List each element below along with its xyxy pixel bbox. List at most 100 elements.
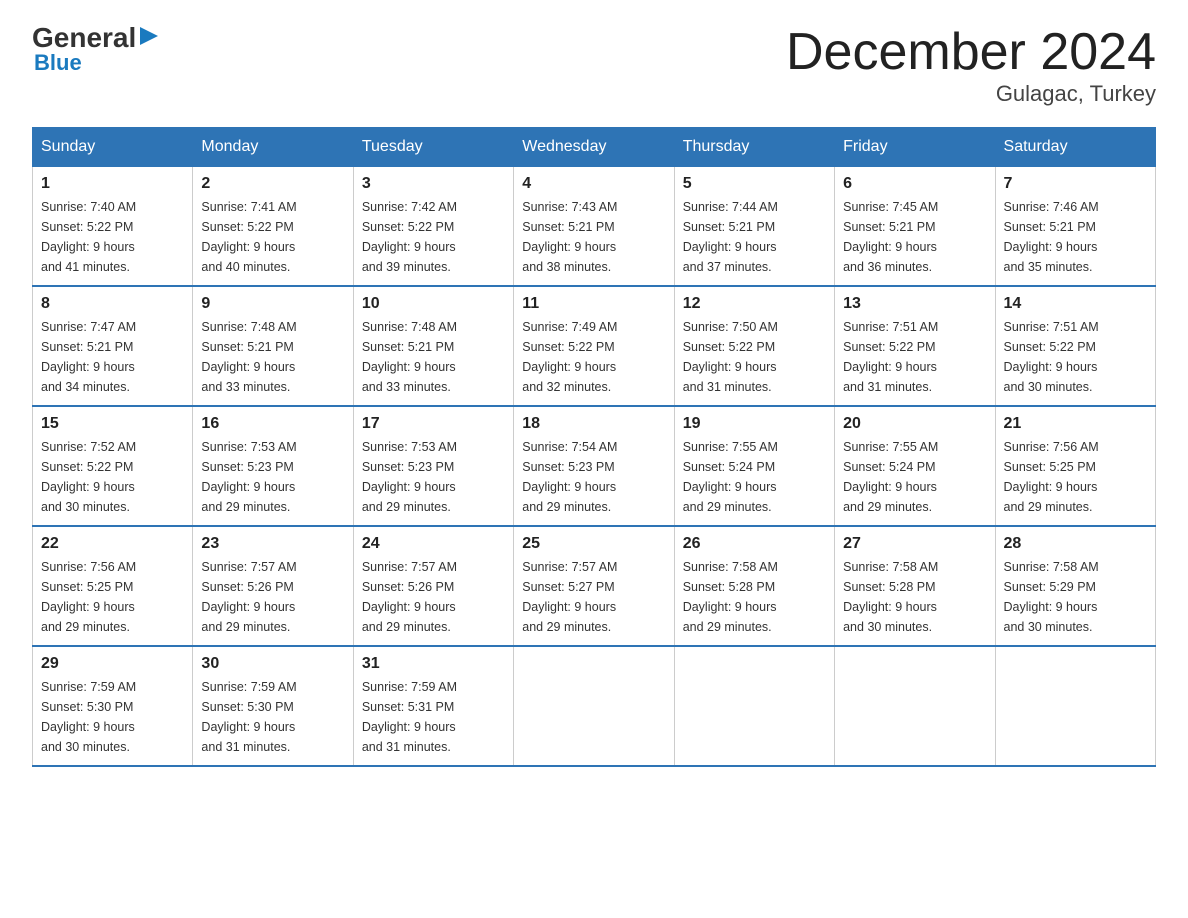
- day-number: 19: [683, 415, 826, 433]
- day-number: 25: [522, 535, 665, 553]
- calendar-table: Sunday Monday Tuesday Wednesday Thursday…: [32, 127, 1156, 767]
- day-info: Sunrise: 7:51 AM Sunset: 5:22 PM Dayligh…: [843, 317, 986, 397]
- day-number: 20: [843, 415, 986, 433]
- day-number: 28: [1004, 535, 1147, 553]
- day-info: Sunrise: 7:57 AM Sunset: 5:26 PM Dayligh…: [362, 557, 505, 637]
- day-info: Sunrise: 7:58 AM Sunset: 5:28 PM Dayligh…: [683, 557, 826, 637]
- table-row: [514, 646, 674, 766]
- table-row: [835, 646, 995, 766]
- table-row: 4 Sunrise: 7:43 AM Sunset: 5:21 PM Dayli…: [514, 167, 674, 287]
- table-row: 9 Sunrise: 7:48 AM Sunset: 5:21 PM Dayli…: [193, 286, 353, 406]
- day-info: Sunrise: 7:58 AM Sunset: 5:28 PM Dayligh…: [843, 557, 986, 637]
- day-number: 30: [201, 655, 344, 673]
- day-number: 11: [522, 295, 665, 313]
- title-block: December 2024 Gulagac, Turkey: [786, 24, 1156, 107]
- day-number: 31: [362, 655, 505, 673]
- day-info: Sunrise: 7:59 AM Sunset: 5:30 PM Dayligh…: [201, 677, 344, 757]
- day-number: 3: [362, 175, 505, 193]
- day-number: 23: [201, 535, 344, 553]
- day-number: 2: [201, 175, 344, 193]
- day-info: Sunrise: 7:42 AM Sunset: 5:22 PM Dayligh…: [362, 197, 505, 277]
- page-header: General Blue December 2024 Gulagac, Turk…: [32, 24, 1156, 107]
- day-info: Sunrise: 7:55 AM Sunset: 5:24 PM Dayligh…: [843, 437, 986, 517]
- day-info: Sunrise: 7:41 AM Sunset: 5:22 PM Dayligh…: [201, 197, 344, 277]
- calendar-week-row: 15 Sunrise: 7:52 AM Sunset: 5:22 PM Dayl…: [33, 406, 1156, 526]
- table-row: 5 Sunrise: 7:44 AM Sunset: 5:21 PM Dayli…: [674, 167, 834, 287]
- header-thursday: Thursday: [674, 128, 834, 167]
- table-row: 22 Sunrise: 7:56 AM Sunset: 5:25 PM Dayl…: [33, 526, 193, 646]
- day-number: 18: [522, 415, 665, 433]
- table-row: 15 Sunrise: 7:52 AM Sunset: 5:22 PM Dayl…: [33, 406, 193, 526]
- day-info: Sunrise: 7:59 AM Sunset: 5:31 PM Dayligh…: [362, 677, 505, 757]
- day-info: Sunrise: 7:49 AM Sunset: 5:22 PM Dayligh…: [522, 317, 665, 397]
- day-info: Sunrise: 7:46 AM Sunset: 5:21 PM Dayligh…: [1004, 197, 1147, 277]
- table-row: 23 Sunrise: 7:57 AM Sunset: 5:26 PM Dayl…: [193, 526, 353, 646]
- day-info: Sunrise: 7:59 AM Sunset: 5:30 PM Dayligh…: [41, 677, 184, 757]
- table-row: 7 Sunrise: 7:46 AM Sunset: 5:21 PM Dayli…: [995, 167, 1155, 287]
- day-number: 1: [41, 175, 184, 193]
- table-row: 2 Sunrise: 7:41 AM Sunset: 5:22 PM Dayli…: [193, 167, 353, 287]
- day-info: Sunrise: 7:40 AM Sunset: 5:22 PM Dayligh…: [41, 197, 184, 277]
- day-number: 17: [362, 415, 505, 433]
- calendar-header-row: Sunday Monday Tuesday Wednesday Thursday…: [33, 128, 1156, 167]
- calendar-week-row: 1 Sunrise: 7:40 AM Sunset: 5:22 PM Dayli…: [33, 167, 1156, 287]
- day-info: Sunrise: 7:54 AM Sunset: 5:23 PM Dayligh…: [522, 437, 665, 517]
- day-number: 12: [683, 295, 826, 313]
- table-row: 3 Sunrise: 7:42 AM Sunset: 5:22 PM Dayli…: [353, 167, 513, 287]
- table-row: 1 Sunrise: 7:40 AM Sunset: 5:22 PM Dayli…: [33, 167, 193, 287]
- calendar-week-row: 22 Sunrise: 7:56 AM Sunset: 5:25 PM Dayl…: [33, 526, 1156, 646]
- day-number: 9: [201, 295, 344, 313]
- day-info: Sunrise: 7:47 AM Sunset: 5:21 PM Dayligh…: [41, 317, 184, 397]
- day-number: 29: [41, 655, 184, 673]
- logo: General Blue: [32, 24, 160, 76]
- table-row: 16 Sunrise: 7:53 AM Sunset: 5:23 PM Dayl…: [193, 406, 353, 526]
- table-row: 19 Sunrise: 7:55 AM Sunset: 5:24 PM Dayl…: [674, 406, 834, 526]
- logo-general: General: [32, 24, 136, 52]
- day-info: Sunrise: 7:43 AM Sunset: 5:21 PM Dayligh…: [522, 197, 665, 277]
- day-number: 16: [201, 415, 344, 433]
- day-number: 13: [843, 295, 986, 313]
- table-row: 17 Sunrise: 7:53 AM Sunset: 5:23 PM Dayl…: [353, 406, 513, 526]
- day-number: 14: [1004, 295, 1147, 313]
- day-number: 26: [683, 535, 826, 553]
- calendar-subtitle: Gulagac, Turkey: [786, 81, 1156, 107]
- day-info: Sunrise: 7:52 AM Sunset: 5:22 PM Dayligh…: [41, 437, 184, 517]
- table-row: 31 Sunrise: 7:59 AM Sunset: 5:31 PM Dayl…: [353, 646, 513, 766]
- table-row: 26 Sunrise: 7:58 AM Sunset: 5:28 PM Dayl…: [674, 526, 834, 646]
- table-row: 18 Sunrise: 7:54 AM Sunset: 5:23 PM Dayl…: [514, 406, 674, 526]
- day-info: Sunrise: 7:55 AM Sunset: 5:24 PM Dayligh…: [683, 437, 826, 517]
- day-number: 21: [1004, 415, 1147, 433]
- day-info: Sunrise: 7:57 AM Sunset: 5:27 PM Dayligh…: [522, 557, 665, 637]
- day-number: 24: [362, 535, 505, 553]
- calendar-title: December 2024: [786, 24, 1156, 81]
- day-info: Sunrise: 7:48 AM Sunset: 5:21 PM Dayligh…: [362, 317, 505, 397]
- day-info: Sunrise: 7:56 AM Sunset: 5:25 PM Dayligh…: [1004, 437, 1147, 517]
- header-wednesday: Wednesday: [514, 128, 674, 167]
- day-info: Sunrise: 7:58 AM Sunset: 5:29 PM Dayligh…: [1004, 557, 1147, 637]
- day-info: Sunrise: 7:57 AM Sunset: 5:26 PM Dayligh…: [201, 557, 344, 637]
- header-saturday: Saturday: [995, 128, 1155, 167]
- table-row: 25 Sunrise: 7:57 AM Sunset: 5:27 PM Dayl…: [514, 526, 674, 646]
- table-row: [995, 646, 1155, 766]
- calendar-week-row: 29 Sunrise: 7:59 AM Sunset: 5:30 PM Dayl…: [33, 646, 1156, 766]
- day-info: Sunrise: 7:50 AM Sunset: 5:22 PM Dayligh…: [683, 317, 826, 397]
- day-info: Sunrise: 7:48 AM Sunset: 5:21 PM Dayligh…: [201, 317, 344, 397]
- logo-blue: Blue: [34, 50, 82, 76]
- day-info: Sunrise: 7:53 AM Sunset: 5:23 PM Dayligh…: [362, 437, 505, 517]
- day-number: 8: [41, 295, 184, 313]
- calendar-week-row: 8 Sunrise: 7:47 AM Sunset: 5:21 PM Dayli…: [33, 286, 1156, 406]
- header-tuesday: Tuesday: [353, 128, 513, 167]
- day-info: Sunrise: 7:51 AM Sunset: 5:22 PM Dayligh…: [1004, 317, 1147, 397]
- table-row: 20 Sunrise: 7:55 AM Sunset: 5:24 PM Dayl…: [835, 406, 995, 526]
- header-friday: Friday: [835, 128, 995, 167]
- table-row: 27 Sunrise: 7:58 AM Sunset: 5:28 PM Dayl…: [835, 526, 995, 646]
- table-row: 8 Sunrise: 7:47 AM Sunset: 5:21 PM Dayli…: [33, 286, 193, 406]
- logo-triangle-icon: [138, 25, 160, 47]
- day-info: Sunrise: 7:44 AM Sunset: 5:21 PM Dayligh…: [683, 197, 826, 277]
- day-number: 6: [843, 175, 986, 193]
- header-monday: Monday: [193, 128, 353, 167]
- table-row: 21 Sunrise: 7:56 AM Sunset: 5:25 PM Dayl…: [995, 406, 1155, 526]
- day-number: 7: [1004, 175, 1147, 193]
- day-number: 4: [522, 175, 665, 193]
- day-number: 15: [41, 415, 184, 433]
